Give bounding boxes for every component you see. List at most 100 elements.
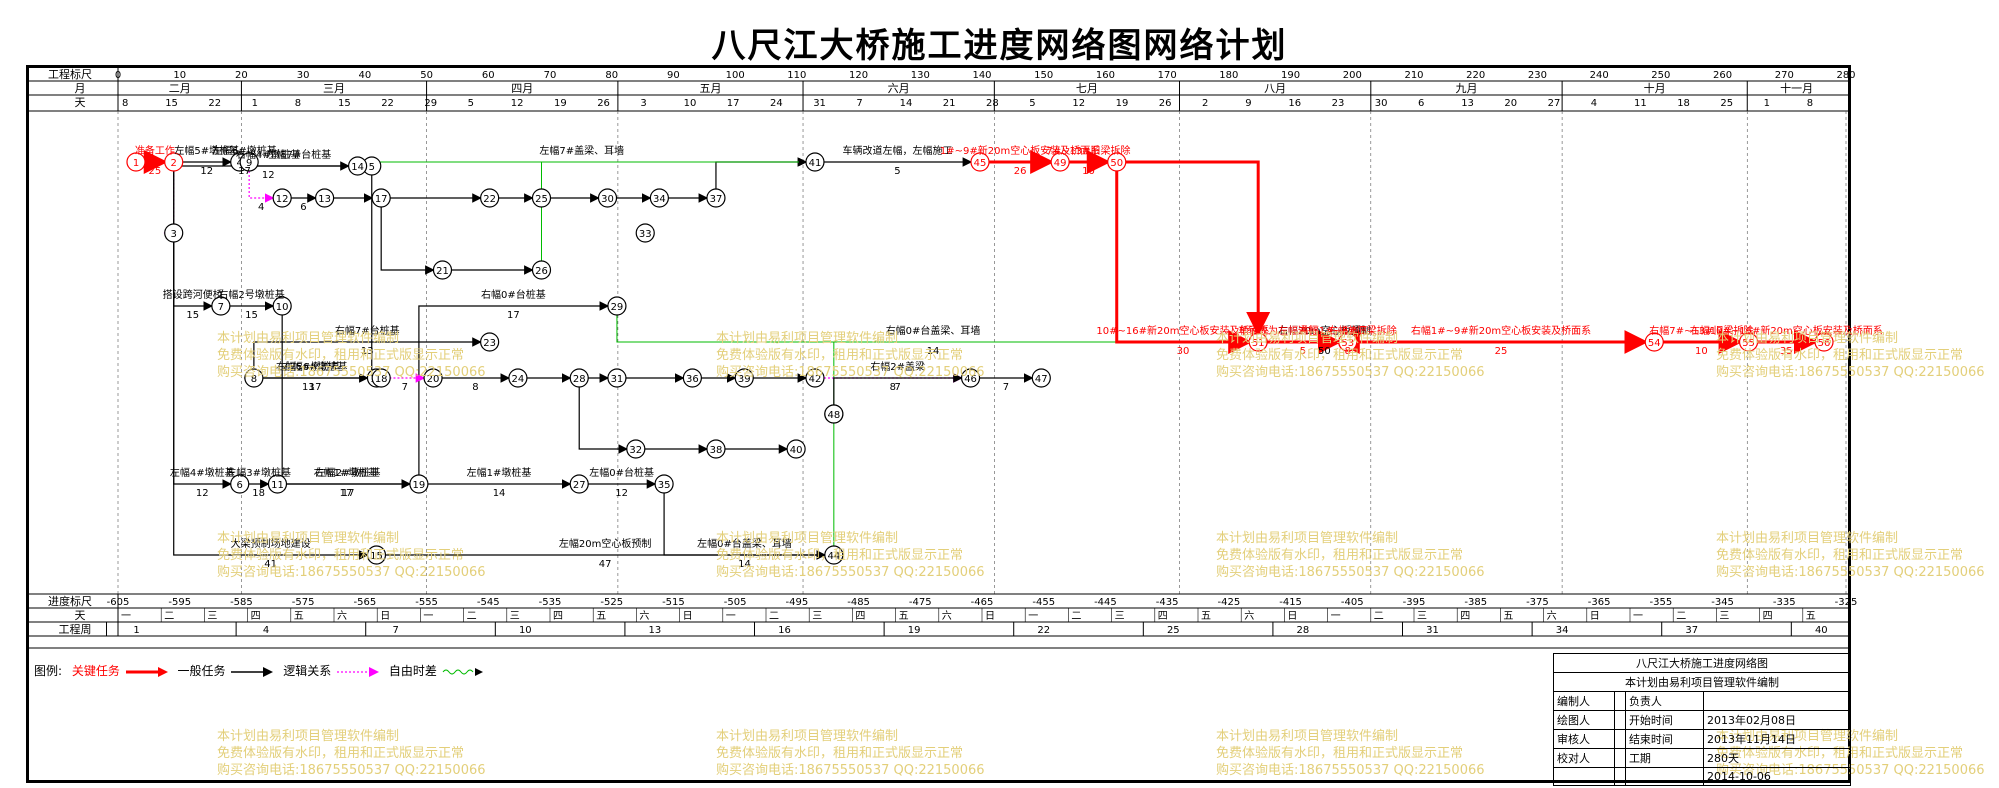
task-name: 右幅0#台桩基 bbox=[481, 288, 546, 301]
legend-label: 图例: bbox=[34, 664, 63, 678]
node-41: 41 bbox=[805, 152, 825, 172]
day-label: 28 bbox=[986, 98, 999, 109]
weekday-label: 五 bbox=[596, 611, 606, 622]
task-name: 左幅1#墩桩基 bbox=[467, 466, 532, 479]
day-label: 22 bbox=[381, 98, 394, 109]
task-duration: 7 bbox=[895, 382, 901, 393]
weekday-label: 四 bbox=[1460, 611, 1470, 622]
tick-label: 190 bbox=[1281, 70, 1300, 81]
info-name: 八尺江大桥施工进度网络图 bbox=[1553, 653, 1851, 673]
weekday-label: 五 bbox=[1201, 611, 1211, 622]
node-number: 32 bbox=[629, 445, 642, 456]
normal-arrow-icon bbox=[231, 666, 274, 677]
tick-label: -475 bbox=[909, 597, 932, 608]
task-duration: 12 bbox=[615, 488, 628, 499]
month-label: 八月 bbox=[1264, 82, 1286, 95]
task-name: 左幅0#台桩基 bbox=[589, 466, 654, 479]
task-duration: 30 bbox=[1177, 346, 1190, 357]
week-label: 7 bbox=[393, 625, 399, 636]
tick-label: -605 bbox=[107, 597, 130, 608]
weekday-label: 三 bbox=[1719, 611, 1729, 622]
tick-label: -335 bbox=[1773, 597, 1796, 608]
day-label: 20 bbox=[1504, 98, 1517, 109]
tick-label: 0 bbox=[115, 70, 121, 81]
node-number: 56 bbox=[1818, 338, 1831, 349]
tick-label: -555 bbox=[415, 597, 438, 608]
node-number: 5 bbox=[369, 162, 375, 173]
legend-float: 自由时差 bbox=[388, 664, 437, 678]
node-number: 36 bbox=[686, 374, 699, 385]
tick-label: 10 bbox=[173, 70, 186, 81]
week-label: 4 bbox=[263, 625, 269, 636]
tick-label: 20 bbox=[235, 70, 248, 81]
day-label: 29 bbox=[424, 98, 437, 109]
node-12: 12 bbox=[272, 188, 292, 208]
node-24: 24 bbox=[508, 368, 528, 388]
task-duration: 18 bbox=[252, 488, 265, 499]
info-by: 本计划由易利项目管理软件编制 bbox=[1553, 672, 1851, 692]
node-30: 30 bbox=[597, 188, 618, 208]
node-number: 20 bbox=[427, 374, 440, 385]
row-label: 工程周 bbox=[59, 623, 92, 636]
node-28: 28 bbox=[569, 368, 589, 388]
day-label: 2 bbox=[1202, 98, 1208, 109]
weekday-label: 二 bbox=[467, 611, 477, 622]
tick-label: -545 bbox=[477, 597, 500, 608]
weekday-label: 日 bbox=[683, 611, 693, 622]
day-label: 16 bbox=[1288, 98, 1301, 109]
node-number: 33 bbox=[639, 229, 652, 240]
node-number: 46 bbox=[964, 374, 977, 385]
task-duration: 5 bbox=[1300, 346, 1306, 357]
weekday-label: 一 bbox=[121, 611, 131, 622]
task-duration: 35 bbox=[1780, 346, 1793, 357]
node-number: 11 bbox=[271, 480, 284, 491]
node-47: 47 bbox=[1031, 368, 1051, 388]
node-number: 45 bbox=[974, 158, 987, 169]
node-number: 39 bbox=[738, 374, 751, 385]
info-table: 八尺江大桥施工进度网络图 本计划由易利项目管理软件编制 编制人 负责人 绘图人 开始… bbox=[1552, 653, 1851, 786]
task-duration: 17 bbox=[238, 166, 251, 177]
node-number: 27 bbox=[573, 480, 586, 491]
day-label: 26 bbox=[1159, 98, 1172, 109]
task-arrow bbox=[833, 338, 1816, 564]
tick-label: -375 bbox=[1526, 597, 1549, 608]
node-number: 54 bbox=[1648, 338, 1661, 349]
month-label: 六月 bbox=[888, 82, 910, 95]
week-label: 25 bbox=[1167, 625, 1180, 636]
day-label: 5 bbox=[1029, 98, 1035, 109]
tick-label: 160 bbox=[1096, 70, 1115, 81]
task-name: 搭设跨河便桥 bbox=[163, 288, 223, 301]
info-gq: 工期 bbox=[1624, 748, 1705, 768]
day-label: 22 bbox=[208, 98, 221, 109]
weekday-label: 一 bbox=[1633, 611, 1643, 622]
info-gq-value: 280天 bbox=[1703, 748, 1851, 768]
day-label: 17 bbox=[727, 98, 740, 109]
tick-label: -495 bbox=[786, 597, 809, 608]
tick-label: 260 bbox=[1713, 70, 1732, 81]
weekday-label: 五 bbox=[899, 611, 909, 622]
day-label: 25 bbox=[1720, 98, 1733, 109]
tick-label: -585 bbox=[230, 597, 253, 608]
task-name: 左幅3#墩桩基 bbox=[226, 466, 291, 479]
weekday-label: 一 bbox=[423, 611, 433, 622]
legend-normal: 一般任务 bbox=[177, 664, 226, 678]
node-number: 28 bbox=[573, 374, 586, 385]
tick-label: -595 bbox=[168, 597, 191, 608]
week-label: 37 bbox=[1685, 625, 1698, 636]
node-34: 34 bbox=[649, 188, 669, 208]
month-label: 七月 bbox=[1076, 82, 1098, 95]
task-name: 右幅2#盖梁 bbox=[870, 360, 925, 373]
weekday-label: 三 bbox=[510, 611, 520, 622]
day-label: 1 bbox=[1764, 98, 1770, 109]
node-20: 20 bbox=[423, 368, 443, 388]
task-duration: 12 bbox=[200, 166, 213, 177]
node-number: 17 bbox=[375, 194, 388, 205]
task-duration: 17 bbox=[309, 382, 322, 393]
task-arrow bbox=[578, 387, 628, 454]
day-label: 5 bbox=[468, 98, 474, 109]
tick-label: -565 bbox=[354, 597, 377, 608]
weekday-label: 六 bbox=[942, 610, 952, 622]
weekday-label: 四 bbox=[1763, 611, 1773, 622]
node-number: 50 bbox=[1110, 158, 1123, 169]
task-name: 左幅7#盖梁、耳墙 bbox=[539, 144, 624, 157]
